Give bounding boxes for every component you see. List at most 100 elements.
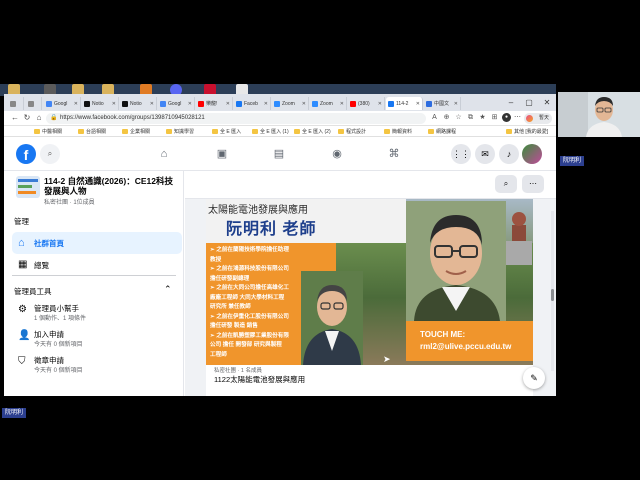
minimize-icon[interactable]: – [502, 94, 520, 111]
tab-actions[interactable] [8, 97, 24, 110]
bookmark-folder[interactable]: 網路課程 [428, 128, 456, 136]
browser-tab[interactable]: 中國文 ✕ [424, 97, 461, 110]
browser-tab[interactable]: Notio ✕ [82, 97, 119, 110]
menu-grid-icon[interactable]: ⋮⋮ [451, 144, 471, 164]
bookmarks-bar: 中醫相關 台語相關 企業相關 知識學習 全 E 匯入 全 E 匯入 (1) 全 E 匯入 (… [4, 127, 556, 137]
speaker-portrait [406, 201, 506, 321]
sidebar-item-join-requests[interactable]: 👤 加入申請 今天有 0 個新項目 [12, 327, 182, 348]
close-tab-icon[interactable]: ✕ [378, 101, 382, 107]
favorite-star-icon[interactable]: ☆ [454, 113, 463, 122]
browser-tab[interactable]: Zoom ✕ [272, 97, 309, 110]
extension-badge-icon[interactable]: ● [502, 113, 511, 122]
bookmark-folder[interactable]: 簡報資料 [384, 128, 412, 136]
url-field[interactable]: 🔒 https://www.facebook.com/groups/1398710… [46, 113, 426, 124]
close-tab-icon[interactable]: ✕ [112, 101, 116, 107]
bookmark-folder[interactable]: 全 E 匯入 [212, 128, 241, 136]
sidebar-item-admin-assistant[interactable]: ⚙ 管理員小幫手 1 個動作、1 項條件 [12, 301, 182, 322]
gaming-icon[interactable]: ⌘ [387, 147, 401, 161]
favorites-icon[interactable]: ★ [478, 113, 487, 122]
bookmark-folder[interactable]: 全 E 匯入 (1) [252, 128, 289, 136]
folder-icon [166, 129, 172, 134]
messenger-icon[interactable]: ✉ [475, 144, 495, 164]
close-tab-icon[interactable]: ✕ [74, 101, 78, 107]
more-options-icon[interactable]: ⋯ [522, 175, 544, 193]
sidebar-item-badge-requests[interactable]: ⛉ 徵章申請 今天有 0 個新項目 [12, 353, 182, 374]
home-icon[interactable]: ⌂ [34, 113, 44, 123]
marketplace-icon[interactable]: ▤ [272, 147, 286, 161]
collections-icon[interactable]: ⊞ [490, 113, 499, 122]
browser-tab[interactable]: Faceb ✕ [234, 97, 271, 110]
sidebar-item-sub: 今天有 0 個新項目 [34, 342, 83, 348]
compose-icon[interactable]: ✎ [523, 367, 545, 389]
sidebar-item-group-home[interactable]: ⌂ 社群首頁 [12, 232, 182, 254]
bookmark-folder[interactable]: 中醫相關 [34, 128, 62, 136]
bio-line: ➢ 之前在凱勝塑膠工業股份有限 [210, 332, 289, 339]
tab-label: Notio [130, 100, 142, 107]
bookmark-folder[interactable]: 程式設計 [338, 128, 366, 136]
zoom-icon[interactable]: ⊕ [442, 113, 451, 122]
divider [12, 275, 176, 276]
profile-button[interactable]: 暫天 [524, 113, 552, 124]
bookmark-folder[interactable]: 企業相關 [122, 128, 150, 136]
post-title[interactable]: 1122太陽能電池發展與應用 [214, 374, 305, 385]
close-tab-icon[interactable]: ✕ [188, 101, 192, 107]
chevron-up-icon[interactable]: ⌃ [164, 284, 172, 295]
bookmark-folder[interactable]: 知識學習 [166, 128, 194, 136]
bio-line: ➢ 之前在鴻源科技股份有限公司 [210, 266, 289, 272]
browser-tab[interactable]: 114-2 ✕ [386, 97, 423, 110]
notifications-icon[interactable]: ♪ [499, 144, 519, 164]
bookmark-label: 知識學習 [174, 129, 195, 135]
title-panel: 太陽能電池發展與應用 阮明利 老師 [206, 199, 406, 243]
bookmark-label: 企業相關 [130, 129, 151, 135]
home-icon[interactable]: ⌂ [157, 147, 171, 161]
group-name[interactable]: 114-2 自然通識(2026)：CE12科技發展與人物 [44, 176, 180, 196]
group-sidebar: 114-2 自然通識(2026)：CE12科技發展與人物 私密社團 · 1位成員… [4, 171, 184, 396]
sidebar-item-overview[interactable]: ▦ 總覽 [12, 256, 182, 276]
browser-tab[interactable]: (380) ✕ [348, 97, 385, 110]
tab-bar: Googl ✕ Notio ✕ Notio ✕ Googl ✕ 樂龍! ✕ Faceb ✕ Zoom ✕ Z… [4, 94, 556, 111]
close-tab-icon[interactable]: ✕ [226, 101, 230, 107]
bio-line: 工程師 [210, 351, 227, 358]
groups-icon[interactable]: ◉ [330, 147, 344, 161]
scrollbar-thumb[interactable] [551, 289, 554, 301]
browser-tab[interactable]: 樂龍! ✕ [196, 97, 233, 110]
close-tab-icon[interactable]: ✕ [302, 101, 306, 107]
browser-tab[interactable]: Zoom ✕ [310, 97, 347, 110]
bookmark-folder[interactable]: 台語相關 [78, 128, 106, 136]
bookmark-other-favorites[interactable]: 其他 [我的最愛] [506, 128, 548, 136]
browser-tab[interactable]: Notio ✕ [120, 97, 157, 110]
bio-line: 公司 擔任 開發部 研究與製程 [210, 342, 282, 348]
bookmark-folder[interactable]: 全 E 匯入 (2) [294, 128, 331, 136]
bio-line: ➢ 之前在伊重化工股份有限公司 [210, 313, 289, 320]
extensions-icon[interactable]: ⧉ [466, 113, 475, 122]
folder-icon [34, 129, 40, 134]
search-icon[interactable]: ⌕ [40, 144, 60, 164]
browser-tab[interactable]: Googl ✕ [158, 97, 195, 110]
close-tab-icon[interactable]: ✕ [264, 101, 268, 107]
browser-tab[interactable]: Googl ✕ [44, 97, 81, 110]
search-icon[interactable]: ⌕ [495, 175, 517, 193]
folder-icon [338, 129, 344, 134]
video-icon[interactable]: ▣ [215, 147, 229, 161]
bio-line: ➢ 之前在大同公司擔任高雄化工 [210, 285, 289, 291]
more-icon[interactable]: ⋯ [513, 113, 522, 122]
cover-speaker: 阮明利 老師 [226, 221, 317, 238]
group-thumbnail[interactable] [16, 176, 40, 198]
maximize-icon[interactable]: ▢ [520, 94, 538, 111]
close-tab-icon[interactable]: ✕ [454, 101, 458, 107]
refresh-icon[interactable]: ↻ [22, 113, 32, 123]
contact-panel [406, 321, 533, 361]
close-icon[interactable]: ✕ [538, 94, 556, 111]
close-tab-icon[interactable]: ✕ [416, 101, 420, 107]
bio-line: 教授 [210, 256, 222, 263]
cover-photo[interactable]: 太陽能電池發展與應用 阮明利 老師 ➢ 之前在蘭陽技術學院擔任助理 教授 ➢ 之前… [206, 199, 533, 365]
read-aloud-icon[interactable]: A [430, 113, 439, 122]
back-icon[interactable]: ← [10, 113, 20, 123]
facebook-logo-icon[interactable]: f [16, 144, 36, 164]
close-tab-icon[interactable]: ✕ [150, 101, 154, 107]
profile-avatar[interactable] [522, 144, 542, 164]
speaker-portrait-small [301, 271, 363, 365]
group-meta: 私密社團 · 1位成員 [44, 200, 95, 206]
tab-actions[interactable] [26, 97, 42, 110]
close-tab-icon[interactable]: ✕ [340, 101, 344, 107]
